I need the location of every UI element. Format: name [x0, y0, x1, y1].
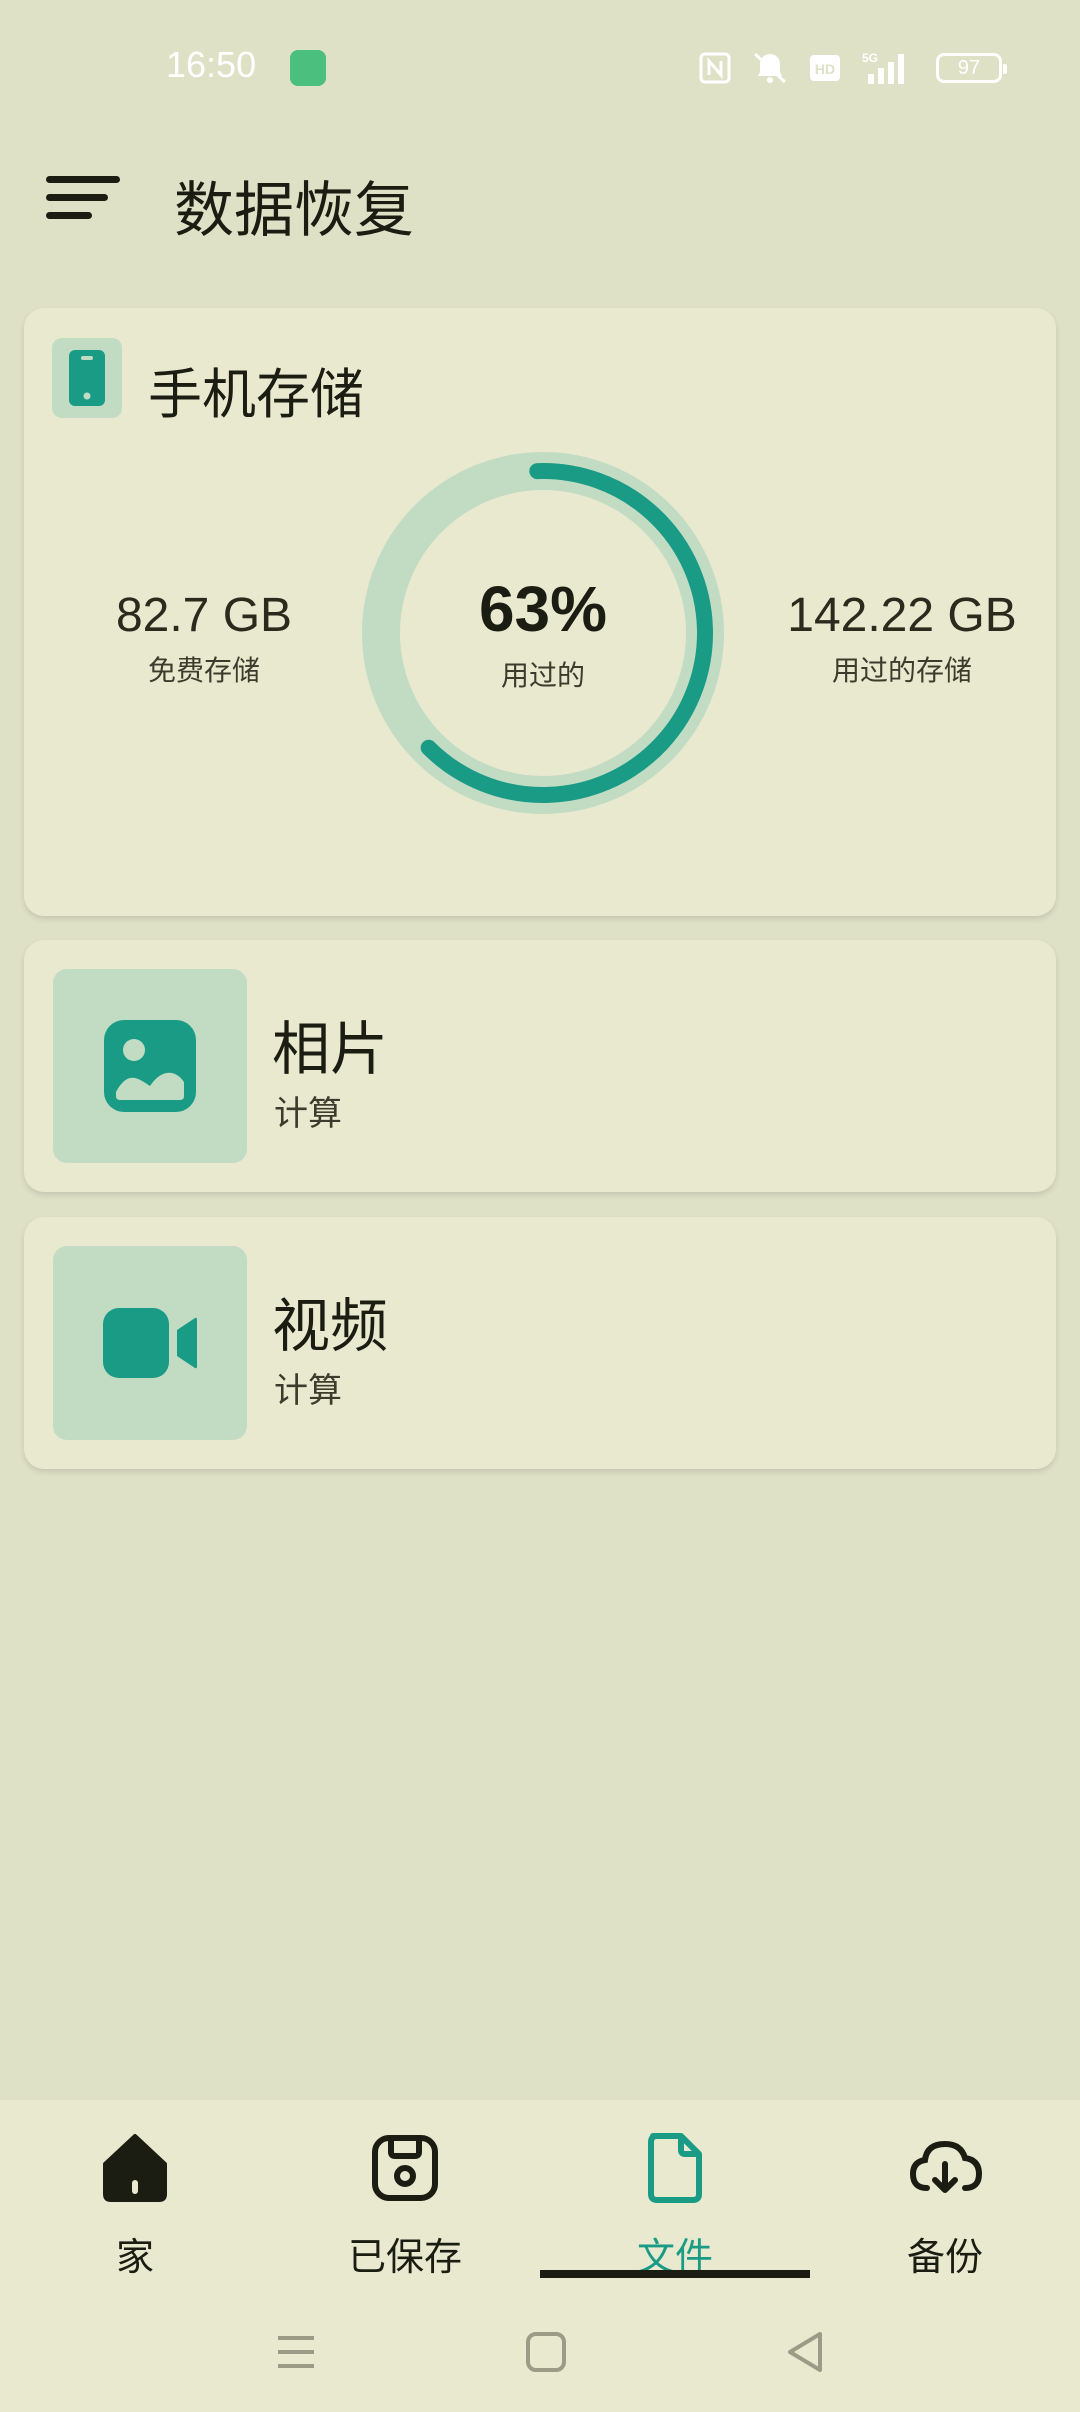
mute-icon	[753, 52, 787, 84]
phone-icon-box	[52, 338, 122, 418]
android-notification-icon	[290, 50, 326, 86]
free-storage-label: 免费存储	[147, 654, 260, 687]
saved-icon	[372, 2135, 438, 2201]
signal-5g-icon: 5G	[862, 51, 904, 84]
videos-title: 视频	[272, 1292, 389, 1360]
used-storage-value: 142.22 GB	[787, 589, 1017, 642]
status-icons: HD 5G 97	[698, 48, 1007, 88]
nav-item-backup[interactable]: 备份	[810, 2124, 1080, 2304]
free-storage-stat: 82.7 GB 免费存储	[84, 588, 324, 689]
nav-label-saved: 已保存	[347, 2235, 462, 2279]
donut-center: 63% 用过的	[358, 448, 728, 818]
nfc-icon	[699, 52, 731, 84]
recents-button[interactable]	[266, 2322, 326, 2382]
svg-text:HD: HD	[815, 61, 835, 77]
hd-icon: HD	[810, 55, 840, 81]
home-icon	[103, 2134, 167, 2202]
used-percent: 63%	[478, 573, 608, 645]
battery-icon: 97	[936, 53, 1007, 83]
image-icon	[104, 1020, 196, 1112]
menu-icon[interactable]	[46, 172, 120, 224]
nav-active-indicator	[540, 2270, 810, 2278]
nav-label-backup: 备份	[906, 2235, 983, 2279]
used-storage-stat: 142.22 GB 用过的存储	[762, 588, 1042, 689]
nav-label-home: 家	[115, 2235, 154, 2279]
photos-card[interactable]: 相片 计算	[24, 940, 1056, 1192]
storage-title: 手机存储	[148, 363, 364, 426]
home-button[interactable]	[516, 2322, 576, 2382]
back-button[interactable]	[776, 2322, 836, 2382]
phone-icon	[69, 350, 105, 406]
video-icon	[103, 1308, 197, 1378]
used-label: 用过的	[500, 659, 585, 692]
photos-thumb	[53, 969, 247, 1163]
videos-subtitle: 计算	[274, 1371, 342, 1411]
free-storage-value: 82.7 GB	[115, 589, 293, 642]
status-time: 16:50	[166, 44, 257, 85]
phone-storage-card[interactable]: 手机存储 82.7 GB 免费存储 63% 用过的 142.22 GB 用过的存…	[24, 308, 1056, 916]
photos-subtitle: 计算	[274, 1094, 342, 1134]
status-bar: 16:50 HD 5G 97	[0, 0, 1080, 140]
used-storage-label: 用过的存储	[831, 654, 972, 687]
page-title: 数据恢复	[174, 176, 414, 246]
file-icon	[648, 2133, 702, 2203]
nav-item-home[interactable]: 家	[0, 2124, 270, 2304]
svg-text:5G: 5G	[862, 51, 878, 65]
videos-card[interactable]: 视频 计算	[24, 1217, 1056, 1469]
nav-item-saved[interactable]: 已保存	[270, 2124, 540, 2304]
photos-title: 相片	[272, 1015, 389, 1083]
cloud-download-icon	[909, 2140, 983, 2193]
videos-thumb	[53, 1246, 247, 1440]
